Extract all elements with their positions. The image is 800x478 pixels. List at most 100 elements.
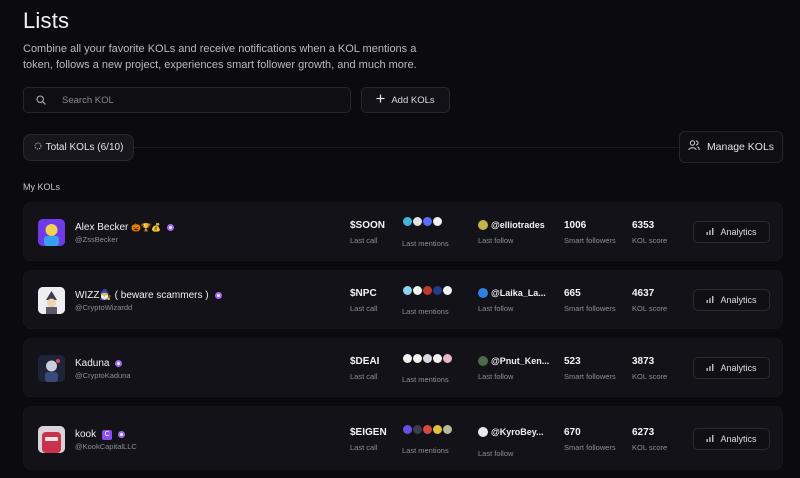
- last-follow[interactable]: @elliotrades: [478, 220, 545, 230]
- kol-row[interactable]: Alex Becker 🎃🏆💰 @ZssBecker $SOON Last ca…: [23, 202, 783, 261]
- add-kols-button[interactable]: Add KOLs: [361, 87, 450, 113]
- last-follow[interactable]: @Laika_La...: [478, 288, 546, 298]
- search-icon: [34, 93, 48, 107]
- last-mentions-label: Last mentions: [402, 239, 449, 248]
- kol-score-value: 6353: [632, 220, 655, 231]
- analytics-button[interactable]: Analytics: [693, 428, 770, 450]
- last-call-value[interactable]: $SOON: [350, 220, 385, 231]
- verified-icon: [115, 360, 123, 367]
- kol-score-label: KOL score: [632, 304, 668, 313]
- last-follow-label: Last follow: [478, 372, 514, 381]
- add-kols-label: Add KOLs: [391, 94, 435, 106]
- kol-score-value: 6273: [632, 427, 655, 438]
- avatar: [38, 219, 65, 246]
- divider: [23, 147, 783, 148]
- avatar: [38, 287, 65, 314]
- kol-name: kook C: [75, 429, 126, 440]
- smart-followers-value: 665: [564, 288, 581, 299]
- kol-handle: @ZssBecker: [75, 235, 119, 244]
- bar-chart-icon: [706, 434, 714, 444]
- kol-handle: @KookCapitalLLC: [75, 442, 137, 451]
- last-follow-label: Last follow: [478, 236, 514, 245]
- smart-followers-label: Smart followers: [564, 304, 616, 313]
- total-kols-tab[interactable]: Total KOLs (6/10): [23, 134, 134, 161]
- kol-name: Alex Becker 🎃🏆💰: [75, 222, 175, 233]
- total-kols-label: Total KOLs (6/10): [45, 142, 124, 153]
- analytics-label: Analytics: [720, 227, 757, 237]
- analytics-button[interactable]: Analytics: [693, 289, 770, 311]
- kol-name-text: kook: [75, 429, 97, 440]
- kol-handle: @CryptoWizardd: [75, 303, 133, 312]
- kol-name-text: Alex Becker: [75, 222, 129, 233]
- last-call-label: Last call: [350, 372, 378, 381]
- token-icon: [442, 353, 453, 364]
- verified-icon: [118, 431, 126, 438]
- last-follow[interactable]: @KyroBey...: [478, 427, 544, 437]
- last-mentions-icons[interactable]: [402, 353, 453, 364]
- token-icon: [442, 285, 453, 296]
- last-call-value[interactable]: $EIGEN: [350, 427, 387, 438]
- purple-c-badge-icon: C: [102, 429, 113, 440]
- bar-chart-icon: [706, 295, 714, 305]
- page-description: Combine all your favorite KOLs and recei…: [23, 43, 417, 71]
- analytics-label: Analytics: [720, 295, 757, 305]
- manage-kols-button[interactable]: Manage KOLs: [679, 131, 783, 163]
- last-follow[interactable]: @Pnut_Ken...: [478, 356, 549, 366]
- kol-name-text: Kaduna: [75, 358, 110, 369]
- follow-handle: @Pnut_Ken...: [491, 356, 550, 366]
- section-label-my-kols: My KOLs: [23, 182, 61, 192]
- kol-row[interactable]: Kaduna @CryptoKaduna $DEAI Last call Las…: [23, 338, 783, 397]
- follow-handle: @elliotrades: [491, 220, 545, 230]
- smart-followers-label: Smart followers: [564, 372, 616, 381]
- follow-handle: @KyroBey...: [491, 427, 544, 437]
- last-mentions-label: Last mentions: [402, 307, 449, 316]
- page-title: Lists: [23, 8, 70, 33]
- kol-name: Kaduna: [75, 358, 123, 369]
- last-mentions-icons[interactable]: [402, 285, 453, 296]
- kol-score-value: 4637: [632, 288, 655, 299]
- verified-icon: [167, 224, 175, 231]
- users-icon: [688, 140, 700, 154]
- smart-followers-value: 523: [564, 356, 581, 367]
- avatar: [38, 355, 65, 382]
- manage-kols-label: Manage KOLs: [706, 141, 775, 153]
- follow-avatar: [478, 288, 488, 298]
- kol-score-label: KOL score: [632, 372, 668, 381]
- follow-avatar: [478, 427, 488, 437]
- bar-chart-icon: [706, 227, 714, 237]
- smart-followers-value: 670: [564, 427, 581, 438]
- last-follow-label: Last follow: [478, 449, 514, 458]
- avatar: [38, 426, 65, 453]
- search-input[interactable]: [62, 94, 322, 106]
- analytics-button[interactable]: Analytics: [693, 357, 770, 379]
- last-mentions-icons[interactable]: [402, 424, 453, 435]
- last-call-value[interactable]: $DEAI: [350, 356, 379, 367]
- last-follow-label: Last follow: [478, 304, 514, 313]
- follow-avatar: [478, 356, 488, 366]
- loader-icon: [34, 142, 42, 153]
- search-box[interactable]: [23, 87, 351, 113]
- analytics-label: Analytics: [720, 363, 757, 373]
- token-icon: [432, 216, 443, 227]
- smart-followers-label: Smart followers: [564, 443, 616, 452]
- last-mentions-label: Last mentions: [402, 446, 449, 455]
- name-emojis: 🎃🏆💰: [131, 223, 162, 232]
- kol-score-label: KOL score: [632, 443, 668, 452]
- kol-score-label: KOL score: [632, 236, 668, 245]
- smart-followers-label: Smart followers: [564, 236, 616, 245]
- kol-row[interactable]: kook C @KookCapitalLLC $EIGEN Last call …: [23, 406, 783, 470]
- last-mentions-icons[interactable]: [402, 216, 443, 227]
- kol-name-text: WIZZ🧙‍♂️ ( beware scammers ): [75, 290, 209, 301]
- last-mentions-label: Last mentions: [402, 375, 449, 384]
- kol-name: WIZZ🧙‍♂️ ( beware scammers ): [75, 290, 222, 301]
- kol-row[interactable]: WIZZ🧙‍♂️ ( beware scammers ) @CryptoWiza…: [23, 270, 783, 329]
- bar-chart-icon: [706, 363, 714, 373]
- plus-icon: [376, 94, 385, 106]
- follow-handle: @Laika_La...: [491, 288, 546, 298]
- last-call-value[interactable]: $NPC: [350, 288, 377, 299]
- follow-avatar: [478, 220, 488, 230]
- last-call-label: Last call: [350, 443, 378, 452]
- last-call-label: Last call: [350, 236, 378, 245]
- analytics-button[interactable]: Analytics: [693, 221, 770, 243]
- token-icon: [442, 424, 453, 435]
